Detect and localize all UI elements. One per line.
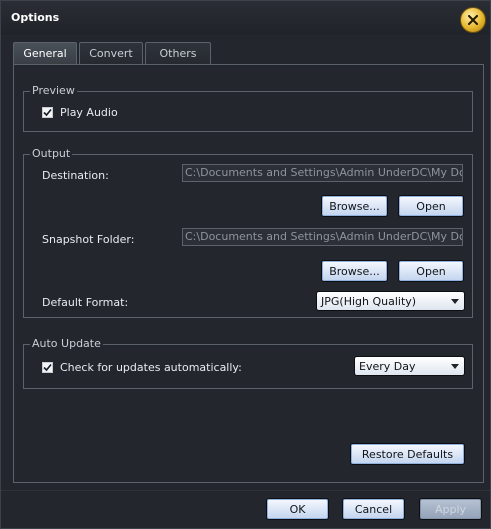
dropdown-arrow-icon bbox=[451, 299, 459, 304]
snapshot-browse-button[interactable]: Browse... bbox=[321, 260, 388, 282]
apply-button[interactable]: Apply bbox=[419, 498, 482, 520]
ok-button[interactable]: OK bbox=[266, 498, 329, 520]
destination-browse-button[interactable]: Browse... bbox=[321, 195, 388, 217]
close-icon bbox=[467, 14, 479, 26]
tab-convert[interactable]: Convert bbox=[79, 42, 143, 64]
play-audio-label: Play Audio bbox=[60, 106, 118, 119]
snapshot-open-label: Open bbox=[416, 264, 446, 278]
snapshot-folder-field[interactable]: C:\Documents and Settings\Admin UnderDC\… bbox=[182, 228, 463, 246]
preview-group: Preview Play Audio bbox=[23, 85, 473, 132]
footer-divider bbox=[1, 490, 490, 491]
snapshot-folder-label: Snapshot Folder: bbox=[42, 233, 135, 246]
window-title: Options bbox=[11, 11, 60, 24]
cancel-button[interactable]: Cancel bbox=[342, 498, 405, 520]
tab-others-label: Others bbox=[159, 47, 197, 60]
auto-update-group-label: Auto Update bbox=[30, 337, 103, 350]
check-updates-label: Check for updates automatically: bbox=[60, 361, 242, 374]
auto-update-group: Auto Update Check for updates automatica… bbox=[23, 338, 473, 389]
default-format-select[interactable]: JPG(High Quality) bbox=[316, 291, 465, 311]
title-bar[interactable]: Options bbox=[1, 1, 490, 35]
destination-browse-label: Browse... bbox=[329, 199, 380, 213]
update-frequency-select[interactable]: Every Day bbox=[354, 356, 465, 376]
play-audio-checkbox[interactable] bbox=[42, 107, 53, 118]
ok-label: OK bbox=[289, 502, 306, 516]
checkmark-icon bbox=[43, 108, 52, 117]
restore-defaults-label: Restore Defaults bbox=[361, 447, 454, 461]
general-panel: Preview Play Audio Output Destination: C… bbox=[13, 64, 484, 483]
apply-label: Apply bbox=[434, 502, 467, 516]
tab-others[interactable]: Others bbox=[145, 42, 211, 64]
restore-defaults-button[interactable]: Restore Defaults bbox=[350, 443, 465, 465]
default-format-label: Default Format: bbox=[42, 296, 129, 309]
check-updates-checkbox[interactable] bbox=[42, 362, 53, 373]
snapshot-open-button[interactable]: Open bbox=[398, 260, 464, 282]
tab-convert-label: Convert bbox=[89, 47, 133, 60]
cancel-label: Cancel bbox=[354, 502, 393, 516]
tab-general[interactable]: General bbox=[13, 42, 77, 64]
dropdown-arrow-icon bbox=[451, 364, 459, 369]
close-button[interactable] bbox=[460, 7, 486, 33]
destination-field[interactable]: C:\Documents and Settings\Admin UnderDC\… bbox=[182, 164, 463, 182]
tab-bar: General Convert Others bbox=[13, 42, 213, 64]
checkmark-icon bbox=[43, 363, 52, 372]
update-frequency-value: Every Day bbox=[359, 359, 416, 373]
destination-label: Destination: bbox=[42, 169, 109, 182]
default-format-value: JPG(High Quality) bbox=[321, 294, 417, 308]
destination-open-button[interactable]: Open bbox=[398, 195, 464, 217]
preview-group-label: Preview bbox=[30, 84, 77, 97]
output-group: Output Destination: C:\Documents and Set… bbox=[23, 148, 473, 318]
output-group-label: Output bbox=[30, 147, 73, 160]
check-updates-row[interactable]: Check for updates automatically: bbox=[42, 361, 242, 374]
options-dialog: Options General Convert Others Preview P… bbox=[0, 0, 491, 529]
snapshot-browse-label: Browse... bbox=[329, 264, 380, 278]
tab-general-label: General bbox=[23, 47, 67, 60]
destination-open-label: Open bbox=[416, 199, 446, 213]
play-audio-row[interactable]: Play Audio bbox=[42, 106, 118, 119]
